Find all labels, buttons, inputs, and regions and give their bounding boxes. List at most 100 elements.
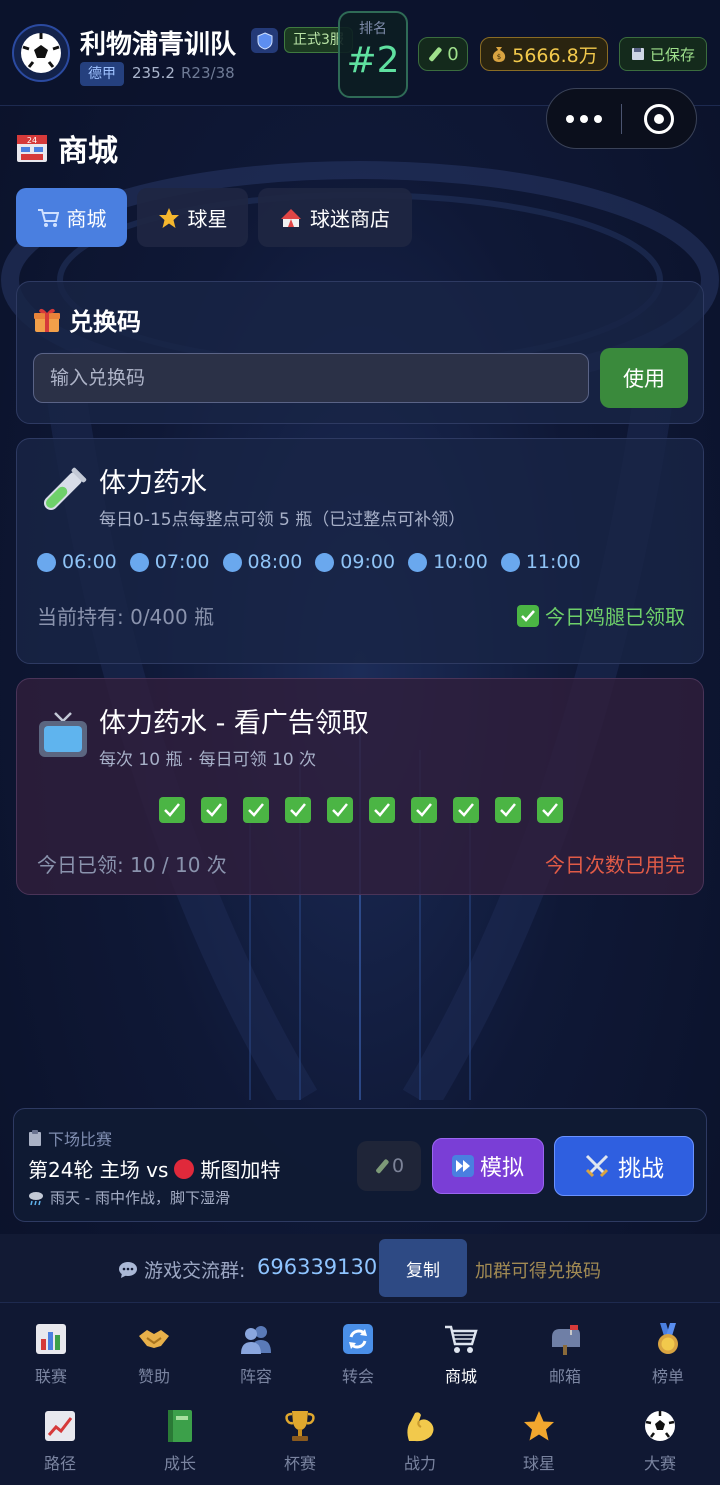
nav-rankings[interactable]: 榜单 <box>618 1321 718 1387</box>
ad-claimed-count: 今日已领: 10 / 10 次 <box>37 853 227 877</box>
claimed-dot-icon <box>408 552 428 572</box>
team-name: 利物浦青训队 <box>80 30 237 60</box>
saved-label: 已保存 <box>649 45 695 64</box>
opponent-color-icon <box>174 1158 195 1179</box>
check-mark-icon <box>243 797 269 823</box>
rank-box[interactable]: 排名 #2 <box>338 11 408 98</box>
nav-transfer[interactable]: 转会 <box>308 1321 408 1387</box>
claimed-dot-icon <box>37 552 56 572</box>
nav-mailbox[interactable]: 邮箱 <box>515 1321 615 1387</box>
circus-tent-icon <box>281 208 301 227</box>
people-icon <box>241 1326 271 1354</box>
next-match-card: 下场比赛 第24轮 主场 vs 斯图加特 雨天 - 雨中作战，脚下湿滑 0 模拟… <box>13 1108 707 1222</box>
redeem-title: 兑换码 <box>33 302 141 337</box>
check-mark-icon <box>537 797 563 823</box>
nav-path[interactable]: 路径 <box>10 1408 110 1474</box>
check-mark-icon <box>411 797 437 823</box>
tab-fan-shop[interactable]: 球迷商店 <box>258 188 412 247</box>
claimed-status-text: 今日鸡腿已领取 <box>545 605 685 629</box>
match-info: 第24轮 主场 vs 斯图加特 <box>28 1154 280 1183</box>
challenge-button[interactable]: 挑战 <box>554 1136 694 1196</box>
nav-league[interactable]: 联赛 <box>1 1321 101 1387</box>
money-counter[interactable]: $ 5666.8万 <box>480 37 608 71</box>
match-round: 第24轮 主场 vs <box>28 1158 169 1182</box>
check-mark-icon <box>495 797 521 823</box>
page-title-text: 商城 <box>58 134 118 169</box>
hour-slot: 09:00 <box>315 551 395 573</box>
group-hint: 加群可得兑换码 <box>475 1261 601 1282</box>
book-icon <box>168 1410 192 1442</box>
opponent-name: 斯图加特 <box>200 1158 281 1182</box>
ad-potion-title: 体力药水 - 看广告领取 <box>99 708 369 739</box>
close-miniprogram-icon[interactable] <box>622 88 696 149</box>
television-icon <box>39 712 87 757</box>
group-number: 696339130 <box>257 1255 378 1279</box>
test-tube-icon <box>43 467 87 511</box>
shield-icon <box>251 28 278 53</box>
star-icon <box>158 207 179 228</box>
nav-sponsor[interactable]: 赞助 <box>104 1321 204 1387</box>
speech-bubble-icon <box>119 1261 137 1278</box>
soccer-ball-icon <box>21 33 61 73</box>
daily-potion-card: 体力药水 每日0-15点每整点可领 5 瓶（已过整点可补领） 06:00 07:… <box>16 438 704 664</box>
potion-count: 0 <box>447 43 459 65</box>
daily-potion-description: 每日0-15点每整点可领 5 瓶（已过整点可补领） <box>99 510 466 530</box>
money-bag-icon: $ <box>493 47 506 62</box>
copy-group-number-button[interactable]: 复制 <box>379 1239 467 1297</box>
tab-shop[interactable]: 商城 <box>16 188 127 247</box>
simulate-button[interactable]: 模拟 <box>432 1138 544 1194</box>
money-amount: 5666.8万 <box>512 44 598 67</box>
potion-tube-icon <box>376 1159 389 1174</box>
match-potion-cost: 0 <box>357 1141 421 1191</box>
check-mark-icon <box>369 797 395 823</box>
floppy-disk-icon <box>631 48 644 60</box>
rank-value: #2 <box>346 40 400 81</box>
potion-tube-icon <box>429 47 442 62</box>
department-store-icon: 24 <box>17 135 47 162</box>
crossed-swords-icon <box>585 1154 609 1178</box>
check-mark-icon <box>201 797 227 823</box>
hour-slot: 10:00 <box>408 551 488 573</box>
claimed-dot-icon <box>315 552 335 572</box>
claimed-dot-icon <box>500 552 520 572</box>
nav-power[interactable]: 战力 <box>370 1408 470 1474</box>
ad-potion-card: 体力药水 - 看广告领取 每次 10 瓶 · 每日可领 10 次 今日已领: 1… <box>16 678 704 895</box>
more-menu-icon[interactable] <box>547 88 621 149</box>
check-mark-icon <box>285 797 311 823</box>
nav-stars[interactable]: 球星 <box>489 1408 589 1474</box>
claimed-dot-icon <box>129 552 149 572</box>
nav-tournament[interactable]: 大赛 <box>610 1408 710 1474</box>
mailbox-icon <box>552 1325 580 1355</box>
trophy-icon <box>285 1411 315 1441</box>
rank-label: 排名 <box>359 21 387 37</box>
hour-slot: 11:00 <box>500 551 581 573</box>
bottom-navigation: 联赛 赞助 阵容 转会 商城 邮箱 榜单 路径 成长 杯赛 战力 球星 大赛 <box>0 1302 720 1485</box>
use-code-button[interactable]: 使用 <box>600 348 688 408</box>
nav-growth[interactable]: 成长 <box>130 1408 230 1474</box>
refresh-icon <box>343 1324 373 1354</box>
tab-label: 球星 <box>187 207 228 231</box>
save-status[interactable]: 已保存 <box>619 37 707 71</box>
tab-label: 商城 <box>66 207 107 231</box>
soccer-ball-icon <box>645 1411 675 1441</box>
community-group-bar: 游戏交流群: 696339130 复制 加群可得兑换码 <box>0 1234 720 1302</box>
ad-potion-description: 每次 10 瓶 · 每日可领 10 次 <box>99 750 317 770</box>
weather-info: 雨天 - 雨中作战，脚下湿滑 <box>28 1187 230 1208</box>
cart-icon <box>445 1325 478 1353</box>
team-rating: 235.2 <box>132 64 175 82</box>
star-icon <box>524 1411 554 1441</box>
redeem-code-input[interactable] <box>33 353 589 403</box>
nav-shop[interactable]: 商城 <box>411 1321 511 1387</box>
group-label: 游戏交流群: <box>118 1256 245 1283</box>
flexed-bicep-icon <box>407 1412 434 1442</box>
potion-counter[interactable]: 0 <box>418 37 468 71</box>
check-mark-icon <box>517 604 539 627</box>
hour-slot: 06:00 <box>37 551 117 573</box>
tab-stars[interactable]: 球星 <box>137 188 248 247</box>
cart-icon <box>37 208 59 227</box>
team-logo[interactable] <box>12 24 70 82</box>
nav-cup[interactable]: 杯赛 <box>250 1408 350 1474</box>
check-mark-icon <box>327 797 353 823</box>
claimed-status: 今日鸡腿已领取 <box>517 601 685 630</box>
nav-lineup[interactable]: 阵容 <box>206 1321 306 1387</box>
